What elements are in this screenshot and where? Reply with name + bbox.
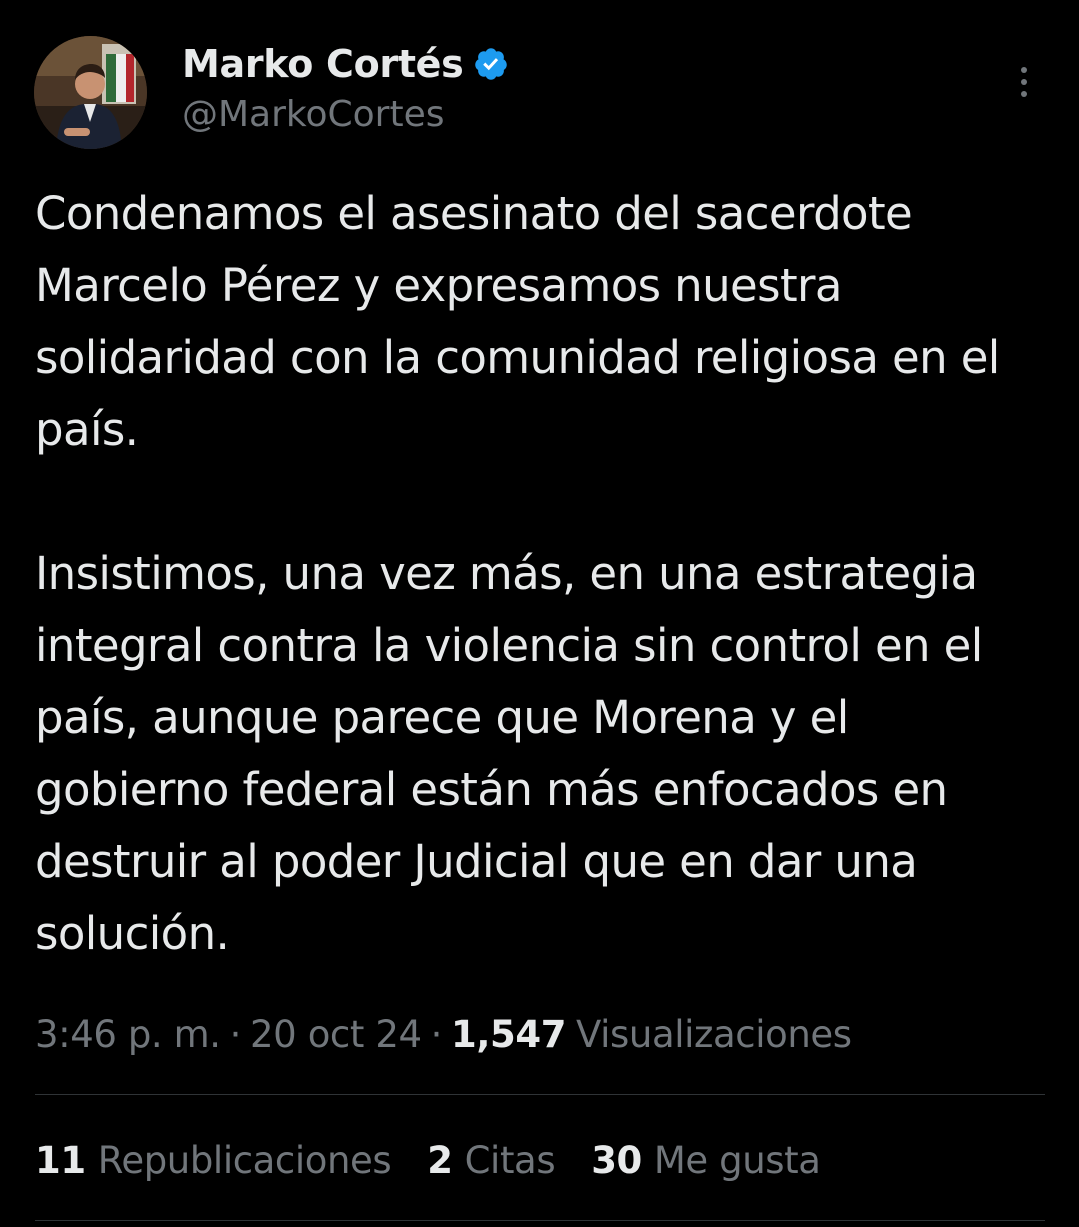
tweet-detail: Marko Cortés @MarkoCortes Condenamos el … <box>0 0 1079 1227</box>
more-options-icon[interactable] <box>1004 62 1044 102</box>
tweet-paragraph: Condenamos el asesinato del sacerdote Ma… <box>35 187 1000 456</box>
avatar[interactable] <box>34 36 147 149</box>
more-dot <box>1021 67 1027 73</box>
reposts-stat[interactable]: 11 Republicaciones <box>35 1138 392 1182</box>
tweet-text: Condenamos el asesinato del sacerdote Ma… <box>35 178 1045 970</box>
likes-stat[interactable]: 30 Me gusta <box>591 1138 821 1182</box>
views-count: 1,547 <box>451 1012 567 1056</box>
reposts-label: Republicaciones <box>97 1138 392 1182</box>
author-name-row[interactable]: Marko Cortés <box>182 38 509 90</box>
more-dot <box>1021 79 1027 85</box>
meta-separator: · <box>430 1012 443 1056</box>
meta-separator: · <box>229 1012 242 1056</box>
tweet-meta: 3:46 p. m. · 20 oct 24 · 1,547 Visualiza… <box>35 1004 852 1064</box>
reposts-count: 11 <box>35 1138 86 1182</box>
views-label: Visualizaciones <box>576 1012 852 1056</box>
quotes-label: Citas <box>464 1138 556 1182</box>
tweet-stats: 11 Republicaciones 2 Citas 30 Me gusta <box>35 1130 821 1190</box>
quotes-count: 2 <box>427 1138 453 1182</box>
divider <box>35 1220 1045 1221</box>
likes-count: 30 <box>591 1138 642 1182</box>
verified-badge-icon <box>473 46 509 82</box>
divider <box>35 1094 1045 1095</box>
avatar-photo <box>34 36 147 149</box>
tweet-paragraph: Insistimos, una vez más, en una estrateg… <box>35 547 983 960</box>
more-dot <box>1021 91 1027 97</box>
tweet-time[interactable]: 3:46 p. m. <box>35 1013 221 1056</box>
quotes-stat[interactable]: 2 Citas <box>427 1139 555 1182</box>
tweet-date[interactable]: 20 oct 24 <box>250 1013 422 1056</box>
author-display-name[interactable]: Marko Cortés <box>182 42 464 86</box>
author-handle[interactable]: @MarkoCortes <box>182 94 445 135</box>
likes-label: Me gusta <box>653 1138 821 1182</box>
